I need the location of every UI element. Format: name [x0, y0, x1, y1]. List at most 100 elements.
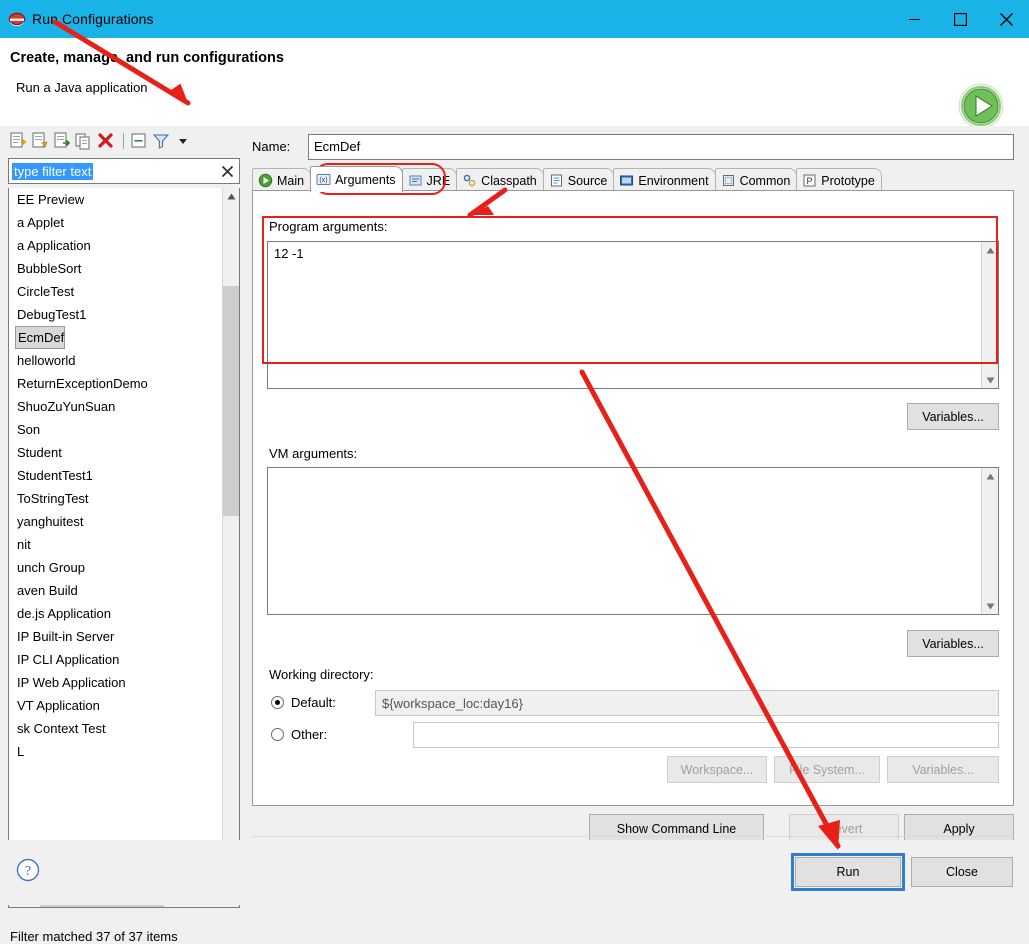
- list-item[interactable]: EE Preview: [9, 188, 223, 211]
- tab-common-label: Common: [739, 173, 791, 188]
- duplicate-icon[interactable]: [74, 131, 94, 151]
- list-item-selected[interactable]: EcmDef: [15, 326, 66, 349]
- list-item[interactable]: ShuoZuYunSuan: [9, 395, 223, 418]
- filter-input[interactable]: type filter text: [8, 158, 240, 184]
- vm-arguments-scrollbar[interactable]: [981, 468, 998, 614]
- configuration-tabs: Main (x) Arguments JRE Classpath Source …: [252, 166, 1014, 192]
- configurations-pane: type filter text EE Preview a Applet a A…: [8, 126, 248, 944]
- footer-separator: [252, 836, 1014, 837]
- list-item[interactable]: Student: [9, 441, 223, 464]
- tab-source[interactable]: Source: [542, 168, 615, 192]
- revert-button[interactable]: Revert: [789, 814, 899, 843]
- list-item[interactable]: helloworld: [9, 349, 223, 372]
- tab-prototype-label: Prototype: [821, 173, 875, 188]
- apply-button[interactable]: Apply: [904, 814, 1014, 843]
- close-dialog-button[interactable]: Close: [911, 857, 1013, 887]
- new-configuration-icon[interactable]: [8, 131, 28, 151]
- window-titlebar: Run Configurations: [0, 0, 1029, 38]
- list-item[interactable]: CircleTest: [9, 280, 223, 303]
- list-item[interactable]: unch Group: [9, 556, 223, 579]
- tab-source-label: Source: [567, 173, 608, 188]
- tab-main[interactable]: Main: [252, 168, 312, 192]
- tab-environment[interactable]: Environment: [613, 168, 716, 192]
- arguments-tab-panel: Program arguments: 12 -1 Variables... VM…: [252, 190, 1014, 806]
- tab-classpath[interactable]: Classpath: [456, 168, 544, 192]
- list-item[interactable]: a Applet: [9, 211, 223, 234]
- list-item[interactable]: aven Build: [9, 579, 223, 602]
- list-item[interactable]: ToStringTest: [9, 487, 223, 510]
- delete-icon[interactable]: [96, 131, 116, 151]
- tab-arguments[interactable]: (x) Arguments: [310, 166, 403, 192]
- maximize-button[interactable]: [937, 0, 983, 38]
- new-prototype-icon[interactable]: [30, 131, 50, 151]
- program-arguments-variables-button[interactable]: Variables...: [907, 403, 999, 430]
- vm-arguments-value: [268, 468, 981, 614]
- workspace-button[interactable]: Workspace...: [667, 756, 767, 783]
- scroll-up-icon[interactable]: [223, 188, 239, 205]
- close-button[interactable]: [983, 0, 1029, 38]
- list-item-selected-wrap: EcmDef: [9, 326, 223, 349]
- tab-prototype[interactable]: P Prototype: [796, 168, 882, 192]
- main-icon: [258, 173, 273, 188]
- prototype-icon: P: [802, 173, 817, 188]
- list-item[interactable]: de.js Application: [9, 602, 223, 625]
- list-item[interactable]: StudentTest1: [9, 464, 223, 487]
- scroll-up-icon[interactable]: [986, 243, 995, 257]
- configurations-tree[interactable]: EE Preview a Applet a Application Bubble…: [8, 188, 240, 908]
- tab-jre[interactable]: JRE: [401, 168, 458, 192]
- program-arguments-label: Program arguments:: [267, 219, 390, 234]
- tree-vertical-scroll-thumb[interactable]: [223, 286, 239, 516]
- scroll-up-icon[interactable]: [986, 469, 995, 483]
- working-directory-other-radio[interactable]: Other:: [271, 727, 327, 742]
- working-directory-variables-button[interactable]: Variables...: [887, 756, 999, 783]
- clear-icon[interactable]: [221, 165, 234, 178]
- environment-icon: [619, 173, 634, 188]
- program-arguments-scrollbar[interactable]: [981, 242, 998, 388]
- dialog-footer: ? Run Close: [0, 840, 1029, 905]
- run-button[interactable]: Run: [795, 857, 901, 887]
- list-item[interactable]: IP Built-in Server: [9, 625, 223, 648]
- list-item[interactable]: IP CLI Application: [9, 648, 223, 671]
- toolbar-separator: [123, 133, 124, 149]
- vm-arguments-variables-button[interactable]: Variables...: [907, 630, 999, 657]
- name-label: Name:: [252, 139, 291, 154]
- name-row: Name: EcmDef: [252, 134, 1014, 160]
- minimize-button[interactable]: [891, 0, 937, 38]
- working-directory-other-value[interactable]: [413, 722, 999, 748]
- list-item[interactable]: DebugTest1: [9, 303, 223, 326]
- tab-common[interactable]: Common: [714, 168, 798, 192]
- filter-icon[interactable]: [151, 131, 171, 151]
- view-menu-icon[interactable]: [173, 131, 193, 151]
- run-play-icon: [957, 82, 1005, 130]
- list-item[interactable]: yanghuitest: [9, 510, 223, 533]
- show-command-line-button[interactable]: Show Command Line: [589, 814, 764, 843]
- tab-main-label: Main: [277, 173, 305, 188]
- export-icon[interactable]: [52, 131, 72, 151]
- program-arguments-textarea[interactable]: 12 -1: [267, 241, 999, 389]
- list-item[interactable]: L: [9, 740, 223, 763]
- eclipse-run-icon: [8, 10, 26, 28]
- name-input[interactable]: EcmDef: [308, 134, 1014, 160]
- configuration-editor-pane: Name: EcmDef Main (x) Arguments JRE Clas…: [252, 126, 1020, 843]
- classpath-icon: [462, 173, 477, 188]
- list-item[interactable]: IP Web Application: [9, 671, 223, 694]
- svg-text:?: ?: [25, 864, 31, 879]
- list-item[interactable]: VT Application: [9, 694, 223, 717]
- list-item[interactable]: nit: [9, 533, 223, 556]
- tree-vertical-scrollbar[interactable]: [222, 188, 239, 869]
- configurations-tree-list[interactable]: EE Preview a Applet a Application Bubble…: [9, 188, 223, 886]
- scroll-down-icon[interactable]: [986, 599, 995, 613]
- working-directory-default-radio[interactable]: Default:: [271, 695, 336, 710]
- working-directory-default-label: Default:: [291, 695, 336, 710]
- file-system-button[interactable]: File System...: [774, 756, 880, 783]
- list-item[interactable]: sk Context Test: [9, 717, 223, 740]
- common-icon: [721, 173, 736, 188]
- scroll-down-icon[interactable]: [986, 373, 995, 387]
- help-icon[interactable]: ?: [16, 858, 40, 882]
- list-item[interactable]: a Application: [9, 234, 223, 257]
- list-item[interactable]: Son: [9, 418, 223, 441]
- list-item[interactable]: ReturnExceptionDemo: [9, 372, 223, 395]
- vm-arguments-textarea[interactable]: [267, 467, 999, 615]
- collapse-all-icon[interactable]: [129, 131, 149, 151]
- list-item[interactable]: BubbleSort: [9, 257, 223, 280]
